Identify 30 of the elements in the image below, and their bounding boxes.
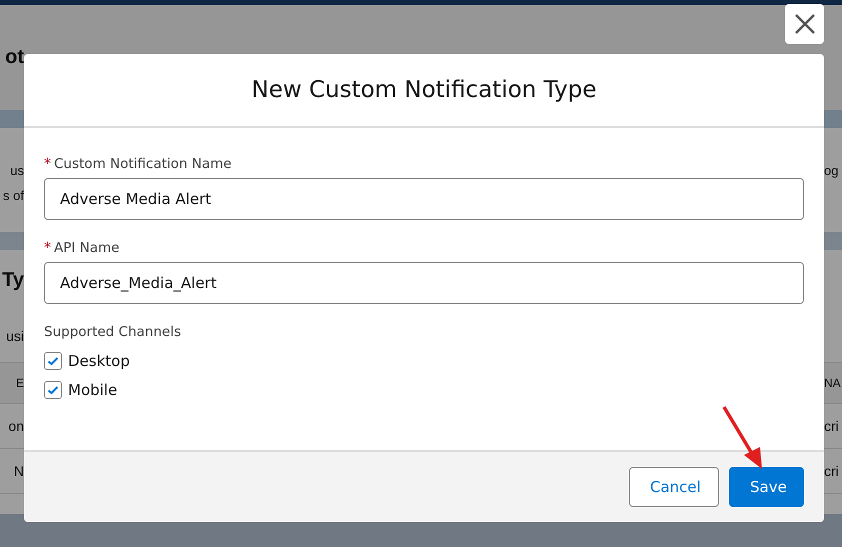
partial-text: Ty [2,268,24,292]
field-label: Custom Notification Name [54,156,232,172]
partial-text: E [16,376,24,390]
close-icon [794,13,816,35]
checkbox-label: Desktop [68,352,130,370]
group-label: Supported Channels [44,324,182,340]
cancel-button[interactable]: Cancel [629,467,719,507]
checkbox[interactable] [44,352,62,370]
check-icon [47,384,59,394]
checkbox[interactable] [44,380,62,398]
partial-text: N [14,463,24,479]
partial-text: og [824,163,838,178]
check-icon [47,356,59,366]
modal-title: New Custom Notification Type [251,77,596,103]
partial-text: usi [6,328,24,344]
checkbox-label: Mobile [68,380,118,398]
partial-text: cri [824,418,839,434]
partial-text: ot [5,46,24,69]
partial-text: on [8,418,24,434]
required-mark: * [44,240,51,256]
text-field[interactable]: Adverse Media Alert [44,178,804,220]
required-mark: * [44,156,51,172]
close-button[interactable] [785,4,824,44]
partial-text: cri [824,463,839,479]
partial-text: us [10,163,24,178]
partial-text: s of [3,188,24,203]
partial-text: NA [824,376,841,390]
field-label: API Name [54,240,120,256]
save-button[interactable]: Save [729,467,804,507]
text-field[interactable]: Adverse_Media_Alert [44,262,804,304]
